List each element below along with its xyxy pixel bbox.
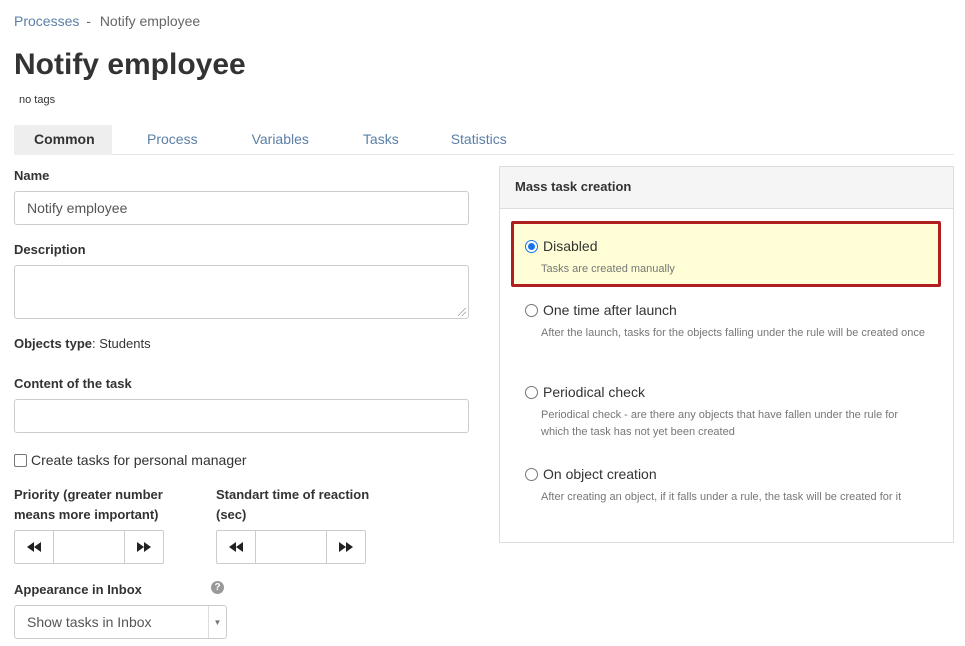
reaction-time-stepper xyxy=(216,530,366,564)
mass-task-option-on-creation[interactable]: On object creation After creating an obj… xyxy=(511,466,941,506)
fast-forward-icon xyxy=(137,542,151,552)
tab-statistics[interactable]: Statistics xyxy=(426,125,534,155)
breadcrumb-separator: - xyxy=(86,13,91,29)
personal-manager-label[interactable]: Create tasks for personal manager xyxy=(31,452,247,468)
breadcrumb-current: Notify employee xyxy=(99,13,201,29)
description-label: Description xyxy=(14,242,86,257)
tab-tasks[interactable]: Tasks xyxy=(336,125,426,155)
priority-decrement-button[interactable] xyxy=(15,531,54,563)
rewind-icon xyxy=(229,542,243,552)
objects-type-label: Objects type xyxy=(14,336,93,351)
priority-increment-button[interactable] xyxy=(124,531,163,563)
objects-type: Objects type: Students xyxy=(14,336,151,351)
radio-periodical[interactable] xyxy=(525,385,538,399)
inbox-select-value: Show tasks in Inbox xyxy=(27,614,152,630)
page-title: Notify employee xyxy=(14,48,246,81)
tab-bar: Common Process Variables Tasks Statistic… xyxy=(14,125,954,155)
inbox-select[interactable]: Show tasks in Inbox ▼ xyxy=(14,605,227,639)
priority-label-line1: Priority (greater number xyxy=(14,487,163,502)
inbox-label: Appearance in Inbox xyxy=(14,582,142,597)
fast-forward-icon xyxy=(339,542,353,552)
personal-manager-option: Create tasks for personal manager xyxy=(14,452,247,468)
option-description: After creating an object, if it falls un… xyxy=(541,491,902,503)
mass-task-option-periodical[interactable]: Periodical check Periodical check - are … xyxy=(511,384,941,441)
option-title[interactable]: On object creation xyxy=(543,466,657,482)
option-description: Periodical check - are there any objects… xyxy=(541,409,899,438)
priority-stepper xyxy=(14,530,164,564)
tab-variables[interactable]: Variables xyxy=(225,125,336,155)
radio-disabled[interactable] xyxy=(525,239,538,253)
option-description: After the launch, tasks for the objects … xyxy=(541,327,925,339)
option-title[interactable]: One time after launch xyxy=(543,302,677,318)
content-label: Content of the task xyxy=(14,376,132,391)
description-textarea[interactable] xyxy=(14,265,469,319)
objects-type-value: : Students xyxy=(92,336,151,351)
mass-task-panel: Mass task creation Disabled Tasks are cr… xyxy=(499,166,954,543)
resize-handle-icon[interactable] xyxy=(458,308,466,316)
reaction-time-increment-button[interactable] xyxy=(326,531,365,563)
mass-task-header: Mass task creation xyxy=(500,167,953,209)
reaction-time-label-line2: (sec) xyxy=(216,507,247,522)
breadcrumb: Processes - Notify employee xyxy=(14,13,200,29)
mass-task-option-disabled[interactable]: Disabled Tasks are created manually xyxy=(511,221,941,287)
priority-label-line2: means more important) xyxy=(14,507,159,522)
priority-label: Priority (greater number means more impo… xyxy=(14,485,163,525)
priority-input[interactable] xyxy=(54,531,124,563)
radio-one-time[interactable] xyxy=(525,303,538,317)
reaction-time-decrement-button[interactable] xyxy=(217,531,256,563)
breadcrumb-link-processes[interactable]: Processes xyxy=(14,13,79,29)
reaction-time-label-line1: Standart time of reaction xyxy=(216,487,370,502)
tab-common[interactable]: Common xyxy=(14,125,112,155)
name-label: Name xyxy=(14,168,50,183)
name-input[interactable]: Notify employee xyxy=(14,191,469,225)
tab-process[interactable]: Process xyxy=(112,125,225,155)
help-icon[interactable]: ? xyxy=(211,581,224,594)
mass-task-option-one-time[interactable]: One time after launch After the launch, … xyxy=(511,302,941,342)
option-title[interactable]: Disabled xyxy=(543,238,597,254)
personal-manager-checkbox[interactable] xyxy=(14,453,27,467)
reaction-time-label: Standart time of reaction (sec) xyxy=(216,485,369,525)
option-description: Tasks are created manually xyxy=(541,263,675,275)
chevron-down-icon: ▼ xyxy=(208,606,226,638)
tags-label: no tags xyxy=(19,94,56,106)
option-title[interactable]: Periodical check xyxy=(543,384,645,400)
content-input[interactable] xyxy=(14,399,469,433)
reaction-time-input[interactable] xyxy=(256,531,326,563)
rewind-icon xyxy=(27,542,41,552)
radio-on-creation[interactable] xyxy=(525,467,538,481)
